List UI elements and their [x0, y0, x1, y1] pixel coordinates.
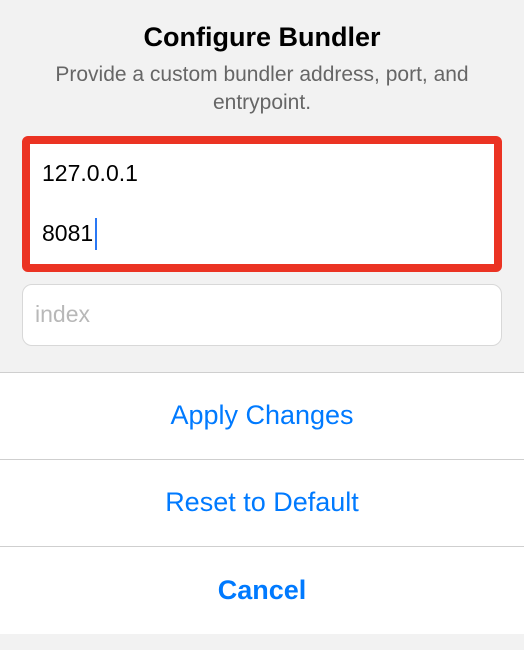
highlighted-fields	[22, 136, 502, 272]
port-field-wrap	[30, 204, 494, 264]
reset-to-default-button[interactable]: Reset to Default	[0, 460, 524, 547]
entrypoint-field-wrap	[22, 284, 502, 346]
cancel-button[interactable]: Cancel	[0, 547, 524, 634]
action-buttons: Apply Changes Reset to Default Cancel	[0, 372, 524, 634]
text-caret	[95, 218, 97, 250]
fields-container	[0, 136, 524, 346]
bundler-port-input[interactable]	[30, 204, 494, 264]
bundler-entrypoint-input[interactable]	[23, 285, 501, 345]
dialog-title: Configure Bundler	[40, 22, 484, 53]
apply-changes-button[interactable]: Apply Changes	[0, 373, 524, 460]
dialog-header: Configure Bundler Provide a custom bundl…	[0, 0, 524, 136]
bundler-address-input[interactable]	[30, 144, 494, 204]
dialog-subtitle: Provide a custom bundler address, port, …	[40, 61, 484, 118]
